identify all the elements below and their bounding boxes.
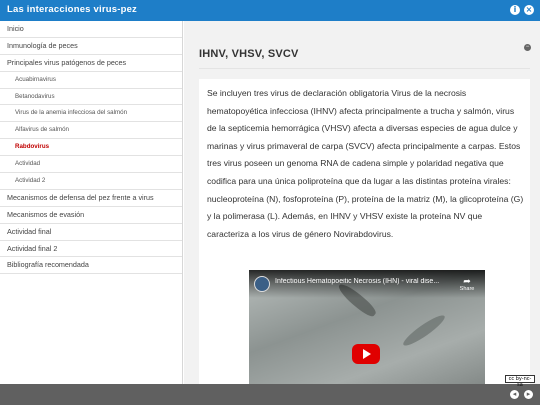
video-title[interactable]: Infectious Hematopoeitic Necrosis (IHN) … [275,278,445,285]
sidebar-item[interactable]: Bibliografía recomendada [0,257,182,275]
sidebar-item[interactable]: Principales virus patógenos de peces [0,55,182,72]
info-icon[interactable]: i [510,5,520,15]
sidebar-item[interactable]: Mecanismos de evasión [0,207,182,224]
body-paragraph: Se incluyen tres virus de declaración ob… [207,88,524,239]
page-title: IHNV, VHSV, SVCV [199,48,299,60]
share-icon: ➦ [463,276,471,286]
collapse-icon[interactable]: − [524,44,531,51]
previous-page-icon[interactable]: ◂ [510,390,519,399]
license-badge[interactable]: cc by-nc-sa [505,375,535,388]
play-button[interactable] [352,344,380,364]
next-page-icon[interactable]: ▸ [524,390,533,399]
sidebar-nav: Inicio Inmunología de peces Principales vi… [0,21,183,384]
heading-divider [199,68,530,69]
sidebar-item[interactable]: Acuabirnavirus [0,72,182,89]
sidebar-item[interactable]: Mecanismos de defensa del pez frente a v… [0,190,182,207]
sidebar-item[interactable]: Inicio [0,21,182,38]
app-title: Las interacciones virus-pez [7,4,138,15]
sidebar-item[interactable]: Virus de la anemia infecciosa del salmón [0,105,182,123]
share-button[interactable]: ➦ Share [457,276,477,292]
share-label: Share [459,286,475,292]
main-content: − IHNV, VHSV, SVCV Se incluyen tres viru… [184,21,540,384]
sidebar-item[interactable]: Actividad final [0,224,182,241]
sidebar-item[interactable]: Alfavirus de salmón [0,122,182,140]
sidebar-item[interactable]: Actividad [0,156,182,174]
sidebar-item[interactable]: Actividad final 2 [0,241,182,258]
close-icon[interactable]: × [524,5,534,15]
channel-avatar[interactable] [254,276,270,292]
sidebar-item[interactable]: Rabdovirus [0,139,182,157]
top-bar: Las interacciones virus-pez i × [0,0,540,21]
header-icons: i × [510,5,534,15]
embedded-video[interactable]: Infectious Hematopoeitic Necrosis (IHN) … [249,270,485,384]
page-navigation: ◂ ▸ [510,390,533,399]
sidebar-item[interactable]: Inmunología de peces [0,38,182,55]
sidebar-item[interactable]: Betanodavirus [0,89,182,106]
bottom-bar: cc by-nc-sa ◂ ▸ [0,375,540,405]
sidebar-item[interactable]: Actividad 2 [0,173,182,190]
